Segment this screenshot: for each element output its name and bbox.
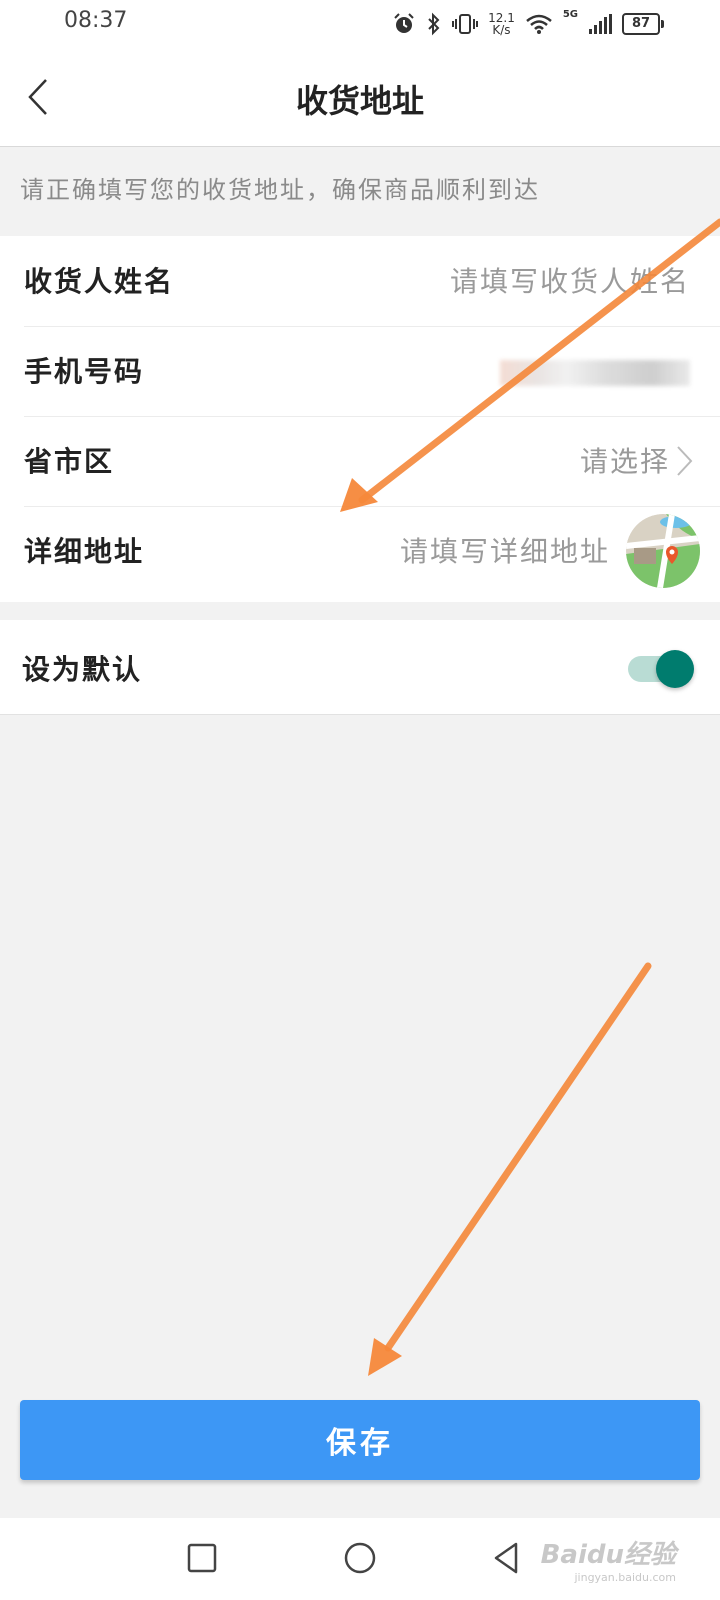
row-region[interactable]: 省市区 请选择	[24, 416, 720, 507]
recipient-name-input[interactable]: 请填写收货人姓名	[450, 260, 690, 300]
phone-label: 手机号码	[24, 355, 145, 388]
map-location-icon[interactable]	[626, 514, 700, 588]
phone-input[interactable]	[500, 360, 690, 386]
system-nav-bar: Baidu经验 jingyan.baidu.com	[0, 1518, 720, 1600]
row-phone[interactable]: 手机号码	[24, 326, 720, 417]
default-address-label: 设为默认	[22, 653, 143, 686]
arrow-to-save-button	[368, 962, 652, 1376]
status-icons: 12.1 K/s 5G 87	[392, 9, 664, 39]
watermark: Baidu经验 jingyan.baidu.com	[541, 1534, 676, 1584]
toggle-knob	[656, 650, 694, 688]
detail-address-input[interactable]: 请填写详细地址	[400, 530, 610, 570]
chevron-right-icon	[677, 446, 693, 476]
status-time: 08:37	[64, 8, 128, 33]
page-title: 收货地址	[295, 82, 424, 120]
speed-unit: K/s	[492, 23, 511, 37]
vibrate-icon	[452, 14, 479, 34]
watermark-sub: jingyan.baidu.com	[574, 1571, 676, 1584]
hint-text: 请正确填写您的收货地址，确保商品顺利到达	[20, 176, 540, 204]
nav-header: 收货地址	[0, 48, 720, 147]
row-detail-address[interactable]: 详细地址 请填写详细地址	[24, 506, 720, 596]
row-recipient-name[interactable]: 收货人姓名 请填写收货人姓名	[24, 236, 720, 327]
address-form: 收货人姓名 请填写收货人姓名 手机号码 省市区 请选择 详细地址 请填写详细地址	[0, 236, 720, 602]
status-bar: 08:37 12.1 K/s 5G 87	[0, 0, 720, 48]
network-type: 5G	[562, 9, 578, 20]
wifi-icon	[526, 14, 552, 34]
watermark-main: Baidu经验	[540, 1540, 676, 1570]
default-address-row: 设为默认	[0, 620, 720, 715]
network-speed: 12.1 K/s	[488, 12, 515, 36]
detail-address-label: 详细地址	[24, 535, 145, 568]
default-address-toggle[interactable]	[628, 650, 694, 688]
recipient-name-label: 收货人姓名	[24, 265, 175, 298]
square-recents-icon[interactable]	[180, 1536, 224, 1580]
save-button[interactable]: 保存	[20, 1400, 700, 1480]
battery-icon: 87	[622, 13, 664, 35]
alarm-icon	[394, 13, 414, 33]
signal-icon	[589, 14, 612, 34]
bluetooth-icon	[428, 12, 440, 36]
triangle-back-icon[interactable]	[486, 1536, 530, 1580]
region-label: 省市区	[24, 445, 115, 478]
circle-home-icon[interactable]	[338, 1536, 382, 1580]
region-select[interactable]: 请选择	[580, 440, 670, 480]
